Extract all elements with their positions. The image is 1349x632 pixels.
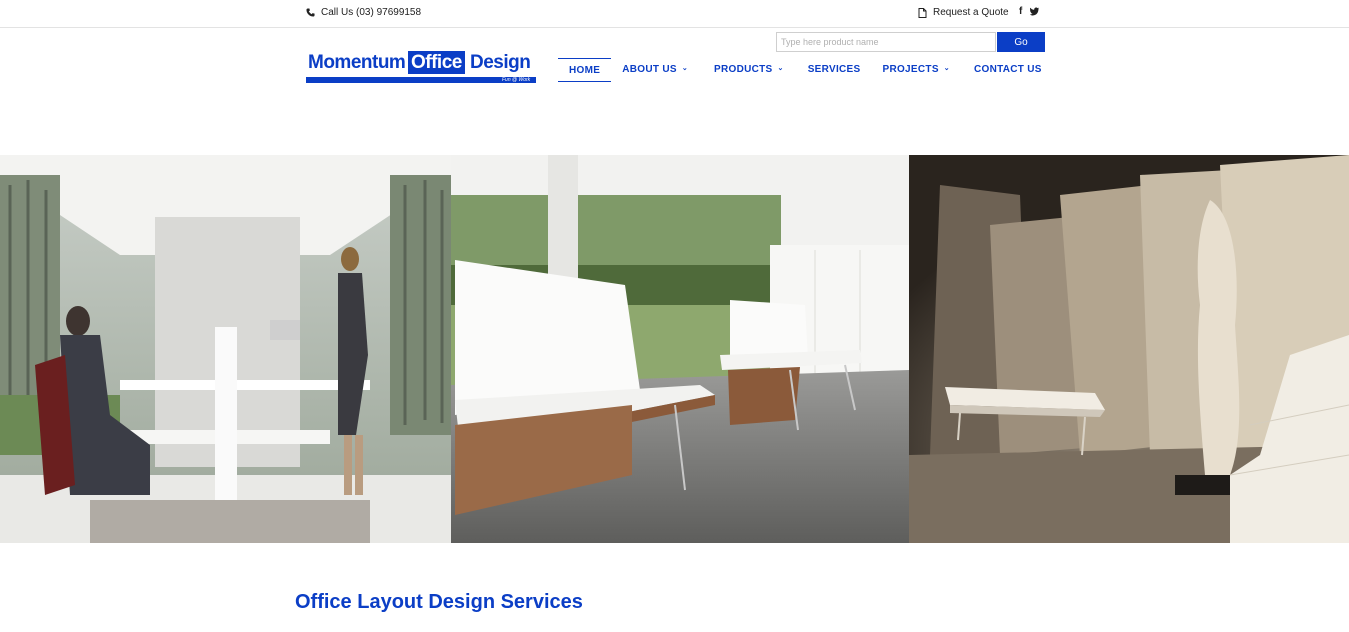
logo-word-design: Design xyxy=(470,52,531,73)
nav-item-about-us[interactable]: ABOUT US ⌄ xyxy=(611,58,699,82)
document-icon xyxy=(918,7,927,18)
hero-image-strip xyxy=(0,155,1349,543)
product-search-input[interactable] xyxy=(776,32,996,52)
nav-label: PROJECTS xyxy=(882,64,939,75)
request-quote-text: Request a Quote xyxy=(933,7,1009,18)
nav-label: HOME xyxy=(569,65,601,76)
nav-item-projects[interactable]: PROJECTS ⌄ xyxy=(871,58,960,82)
logo-word-momentum: Momentum xyxy=(308,52,406,73)
page-title: Office Layout Design Services xyxy=(295,591,583,613)
nav-label: ABOUT US xyxy=(622,64,677,75)
logo-tagline: Fun @ Work xyxy=(502,77,531,83)
top-bar: Call Us (03) 97699158 Request a Quote f xyxy=(0,0,1349,28)
call-us-link[interactable]: Call Us (03) 97699158 xyxy=(306,7,421,18)
social-links: f xyxy=(1019,6,1040,17)
phone-icon xyxy=(306,8,315,17)
nav-label: PRODUCTS xyxy=(714,64,773,75)
logo-word-office: Office xyxy=(408,51,465,74)
lounge-bench-photo xyxy=(451,155,909,543)
nav-item-products[interactable]: PRODUCTS ⌄ xyxy=(703,58,795,82)
facebook-icon[interactable]: f xyxy=(1019,6,1022,17)
chevron-down-icon: ⌄ xyxy=(777,65,784,72)
twitter-icon[interactable] xyxy=(1030,7,1040,16)
nav-label: CONTACT US xyxy=(973,64,1042,75)
nav-label: SERVICES xyxy=(807,64,861,75)
search-go-button[interactable]: Go xyxy=(997,32,1045,52)
chevron-down-icon: ⌄ xyxy=(681,65,688,72)
gallery-bench-sculpture-photo xyxy=(909,155,1349,543)
chevron-down-icon: ⌄ xyxy=(943,65,950,72)
momentum-logo[interactable]: Momentum Office Design Fun @ Work xyxy=(306,50,536,85)
phone-text: Call Us (03) 97699158 xyxy=(321,7,422,18)
nav-item-contact-us[interactable]: CONTACT US xyxy=(963,58,1053,82)
nav-item-home[interactable]: HOME xyxy=(558,58,612,82)
request-quote-link[interactable]: Request a Quote xyxy=(918,7,1009,18)
nav-item-services[interactable]: SERVICES xyxy=(797,58,872,82)
main-navigation: HOME ABOUT US ⌄ PRODUCTS ⌄ SERVICES PROJEC… xyxy=(558,58,1053,82)
office-workstations-photo xyxy=(0,155,451,543)
